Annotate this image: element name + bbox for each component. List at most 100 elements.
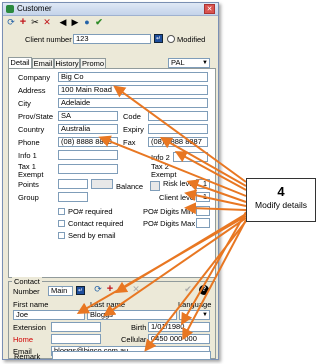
lookup-icon[interactable]: ↵ xyxy=(154,34,163,43)
contact-cut-icon[interactable]: ✂ xyxy=(117,284,127,295)
chevron-down-icon: ▼ xyxy=(202,60,208,66)
add-icon[interactable]: + xyxy=(18,17,28,28)
remark-label: Remark xyxy=(14,352,41,361)
tab-detail[interactable]: Detail xyxy=(8,57,32,68)
tab-history[interactable]: History xyxy=(54,58,80,68)
first-name-label: First name xyxy=(13,300,49,309)
contact-delete-icon[interactable]: ✕ xyxy=(131,284,141,295)
price-level-select[interactable]: PAL ▼ xyxy=(168,58,210,68)
language-select[interactable]: ▼ xyxy=(179,310,210,320)
modified-radio[interactable] xyxy=(167,35,175,43)
client-number-field[interactable]: 123 xyxy=(73,34,151,44)
contact-refresh-icon[interactable]: ⟳ xyxy=(93,284,103,295)
client-level-field[interactable]: 1 xyxy=(196,192,210,202)
city-field[interactable]: Adelaide xyxy=(58,98,208,108)
birth-field[interactable]: 1/01/1980 xyxy=(148,322,210,332)
po-digits-min-label: PO# Digits Min xyxy=(143,207,194,216)
country-field[interactable]: Australia xyxy=(58,124,118,134)
client-level-label: Client level xyxy=(159,193,196,202)
group-field[interactable] xyxy=(58,192,88,202)
tab-email[interactable]: Email xyxy=(32,58,54,68)
cellular-label: Cellular xyxy=(121,335,147,344)
code-label: Code xyxy=(123,112,141,121)
points-label: Points xyxy=(18,180,39,189)
contact-group-label: Contact xyxy=(12,277,42,286)
company-field[interactable]: Big Co xyxy=(58,72,208,82)
po-required-checkbox[interactable] xyxy=(58,208,65,215)
callout-number: 4 xyxy=(277,184,285,199)
code-field[interactable] xyxy=(148,111,208,121)
customer-window: Customer ✕ ⟳ + ✂ ✕ ◀ ▶ ● ✔ Client number… xyxy=(2,2,219,360)
contact-required-label: Contact required xyxy=(68,219,124,228)
po-digits-max-label: PO# Digits Max xyxy=(143,219,196,228)
tax1-exempt-field[interactable] xyxy=(58,164,118,174)
balance-label: Balance xyxy=(116,182,144,191)
expiry-label: Expiry xyxy=(123,125,144,134)
first-name-field[interactable]: Joe xyxy=(13,310,85,320)
modified-label: Modified xyxy=(177,35,206,44)
save-icon[interactable]: ● xyxy=(82,17,92,28)
country-label: Country xyxy=(18,125,45,134)
contact-required-checkbox[interactable] xyxy=(58,220,65,227)
points-extra-field xyxy=(91,179,113,189)
points-field[interactable] xyxy=(58,179,88,189)
remark-field[interactable] xyxy=(52,351,211,360)
po-required-label: PO# required xyxy=(68,207,113,216)
ok-icon[interactable]: ✔ xyxy=(94,17,104,28)
contact-lookup-icon[interactable]: ↵ xyxy=(76,286,85,295)
info1-label: Info 1 xyxy=(18,151,37,160)
price-level-value: PAL xyxy=(171,58,185,67)
callout-box: 4 Modify details xyxy=(246,178,316,222)
contact-add-icon[interactable]: + xyxy=(105,284,115,295)
balance-field xyxy=(150,181,160,191)
cut-icon[interactable]: ✂ xyxy=(30,17,40,28)
window-title: Customer xyxy=(17,4,52,13)
group-label: Group xyxy=(18,193,39,202)
company-label: Company xyxy=(18,73,51,82)
extension-field[interactable] xyxy=(51,322,101,332)
callout-text: Modify details xyxy=(255,200,307,210)
expiry-field[interactable] xyxy=(148,124,208,134)
fax-field[interactable]: (08) 8888 8887 xyxy=(148,137,208,147)
po-digits-max-field[interactable] xyxy=(196,218,210,228)
city-label: City xyxy=(18,99,31,108)
refresh-icon[interactable]: ⟳ xyxy=(6,17,16,28)
birth-label: Birth xyxy=(131,323,147,332)
risk-level-field[interactable]: 1 xyxy=(196,179,210,189)
po-digits-min-field[interactable] xyxy=(196,206,210,216)
phone-field[interactable]: (08) 8888 8888 xyxy=(58,137,118,147)
number-field[interactable]: Main xyxy=(48,286,73,296)
contact-ok-icon[interactable]: ✔ xyxy=(183,284,193,295)
home-label: Home xyxy=(13,335,34,344)
fax-label: Fax xyxy=(123,138,136,147)
address-label: Address xyxy=(18,86,46,95)
info2-label: Info 2 xyxy=(151,153,170,162)
next-icon[interactable]: ▶ xyxy=(70,17,80,28)
number-label: Number xyxy=(13,287,40,296)
state-label: Prov/State xyxy=(18,112,54,121)
send-by-email-label: Send by email xyxy=(68,231,116,240)
toolbar: ⟳ + ✂ ✕ ◀ ▶ ● ✔ xyxy=(3,17,218,30)
last-name-field[interactable]: Bloggs xyxy=(87,310,177,320)
close-button[interactable]: ✕ xyxy=(204,4,215,14)
home-field[interactable] xyxy=(51,334,101,344)
delete-icon[interactable]: ✕ xyxy=(42,17,52,28)
tax1-exempt-label: Tax 1 Exempt xyxy=(18,162,44,179)
risk-level-label: Risk level xyxy=(163,179,196,188)
previous-icon[interactable]: ◀ xyxy=(58,17,68,28)
last-name-label: Last name xyxy=(90,300,126,309)
help-icon[interactable]: ? xyxy=(199,285,209,295)
tax2-exempt-label: Tax 2 Exempt xyxy=(151,162,177,179)
address-field[interactable]: 100 Main Road xyxy=(58,85,208,95)
tab-promo[interactable]: Promo xyxy=(80,58,106,68)
cellular-field[interactable]: 0450 000 000 xyxy=(148,334,210,344)
client-number-label: Client number xyxy=(25,35,72,44)
language-chevron-icon: ▼ xyxy=(202,312,208,318)
info2-field[interactable] xyxy=(173,152,208,162)
state-field[interactable]: SA xyxy=(58,111,118,121)
info1-field[interactable] xyxy=(58,150,118,160)
app-icon xyxy=(6,5,14,13)
language-label: Language xyxy=(178,300,212,309)
send-by-email-checkbox[interactable] xyxy=(58,232,65,239)
title-bar: Customer ✕ xyxy=(3,3,218,16)
